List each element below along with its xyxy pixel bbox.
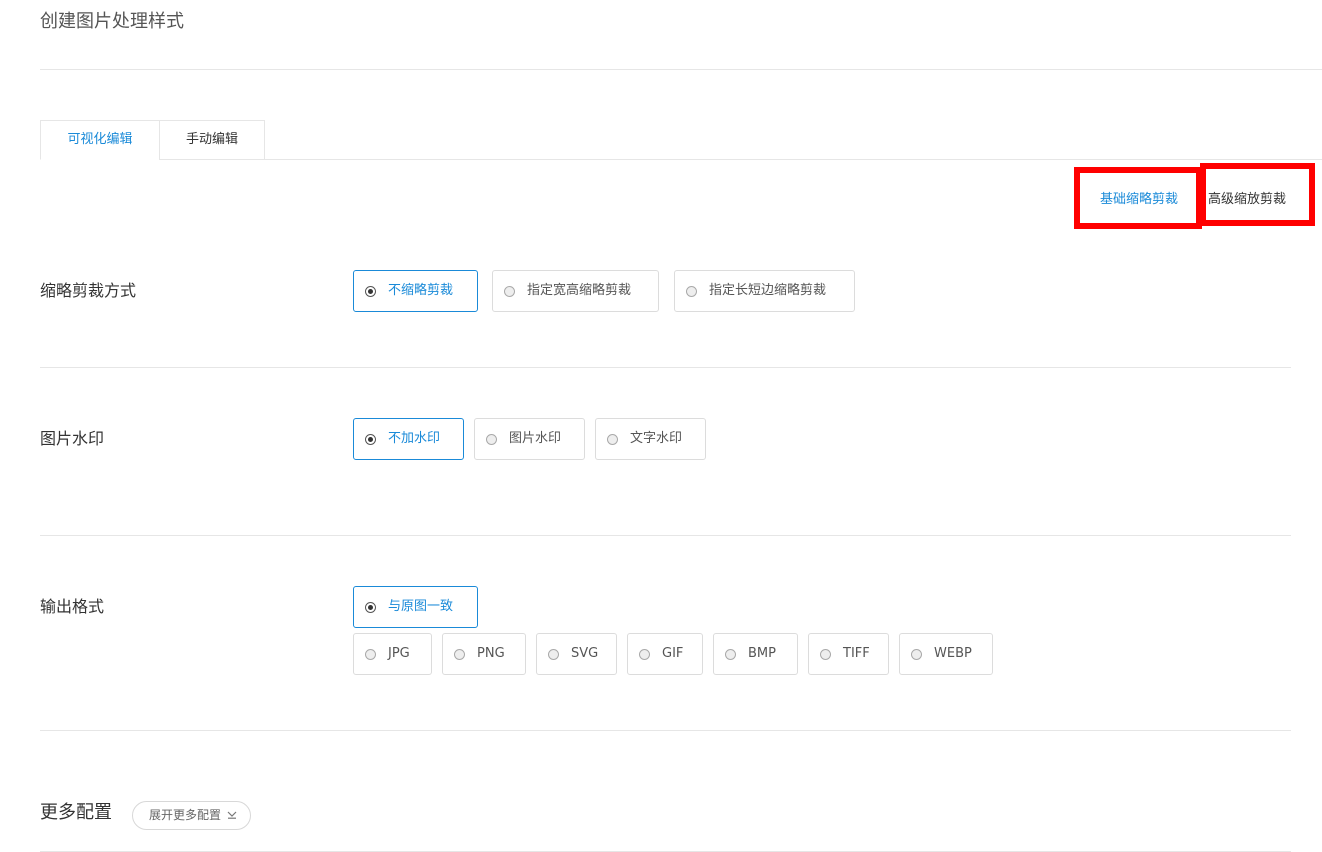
- radio-icon: [725, 649, 736, 660]
- format-option-svg[interactable]: SVG: [536, 633, 617, 675]
- radio-icon: [639, 649, 650, 660]
- format-option-gif[interactable]: GIF: [627, 633, 703, 675]
- format-option-webp[interactable]: WEBP: [899, 633, 993, 675]
- radio-icon: [365, 602, 376, 613]
- radio-icon: [365, 649, 376, 660]
- format-option-label: WEBP: [934, 646, 972, 661]
- tab-visual-edit[interactable]: 可视化编辑: [40, 120, 160, 160]
- watermark-option-label: 文字水印: [630, 431, 683, 446]
- output-format-label: 输出格式: [40, 597, 105, 616]
- radio-icon: [607, 434, 618, 445]
- expand-more-config-label: 展开更多配置: [149, 808, 222, 822]
- crop-option-label: 指定长短边缩略剪裁: [709, 283, 827, 298]
- crop-option-width-height[interactable]: 指定宽高缩略剪裁: [492, 270, 659, 312]
- radio-icon: [486, 434, 497, 445]
- format-option-bmp[interactable]: BMP: [713, 633, 798, 675]
- crop-option-label: 不缩略剪裁: [388, 283, 454, 298]
- chevron-down-icon: [227, 811, 237, 819]
- watermark-option-none[interactable]: 不加水印: [353, 418, 464, 460]
- watermark-option-text[interactable]: 文字水印: [595, 418, 706, 460]
- watermark-option-image[interactable]: 图片水印: [474, 418, 585, 460]
- crop-mode-label: 缩略剪裁方式: [40, 281, 137, 300]
- section-divider: [40, 535, 1291, 536]
- title-divider: [40, 69, 1322, 70]
- format-option-original[interactable]: 与原图一致: [353, 586, 478, 628]
- format-option-label: BMP: [748, 646, 776, 661]
- format-option-label: SVG: [571, 646, 599, 661]
- format-option-label: TIFF: [843, 646, 870, 661]
- format-option-jpg[interactable]: JPG: [353, 633, 432, 675]
- format-option-label: JPG: [388, 646, 410, 661]
- format-option-label: 与原图一致: [388, 599, 454, 614]
- watermark-option-label: 图片水印: [509, 431, 562, 446]
- radio-icon: [365, 286, 376, 297]
- radio-icon: [820, 649, 831, 660]
- watermark-option-label: 不加水印: [388, 431, 441, 446]
- watermark-label: 图片水印: [40, 429, 105, 448]
- radio-icon: [454, 649, 465, 660]
- page: 创建图片处理样式 可视化编辑 手动编辑 基础缩略剪裁 高级缩放剪裁 缩略剪裁方式…: [0, 0, 1322, 852]
- radio-icon: [911, 649, 922, 660]
- tab-manual-edit[interactable]: 手动编辑: [159, 120, 265, 160]
- radio-icon: [504, 286, 515, 297]
- editor-tabs: 可视化编辑 手动编辑: [40, 120, 1322, 160]
- radio-icon: [365, 434, 376, 445]
- highlight-box-basic: [1074, 167, 1202, 229]
- format-option-label: GIF: [662, 646, 684, 661]
- radio-icon: [548, 649, 559, 660]
- more-config-label: 更多配置: [40, 802, 112, 823]
- crop-option-long-short-edge[interactable]: 指定长短边缩略剪裁: [674, 270, 855, 312]
- section-divider: [40, 730, 1291, 731]
- highlight-box-advanced: [1200, 163, 1315, 226]
- crop-option-none[interactable]: 不缩略剪裁: [353, 270, 478, 312]
- expand-more-config-button[interactable]: 展开更多配置: [132, 801, 251, 830]
- radio-icon: [686, 286, 697, 297]
- section-divider: [40, 367, 1291, 368]
- format-option-tiff[interactable]: TIFF: [808, 633, 889, 675]
- format-option-label: PNG: [477, 646, 505, 661]
- page-title: 创建图片处理样式: [40, 11, 184, 32]
- crop-option-label: 指定宽高缩略剪裁: [527, 283, 632, 298]
- format-option-png[interactable]: PNG: [442, 633, 526, 675]
